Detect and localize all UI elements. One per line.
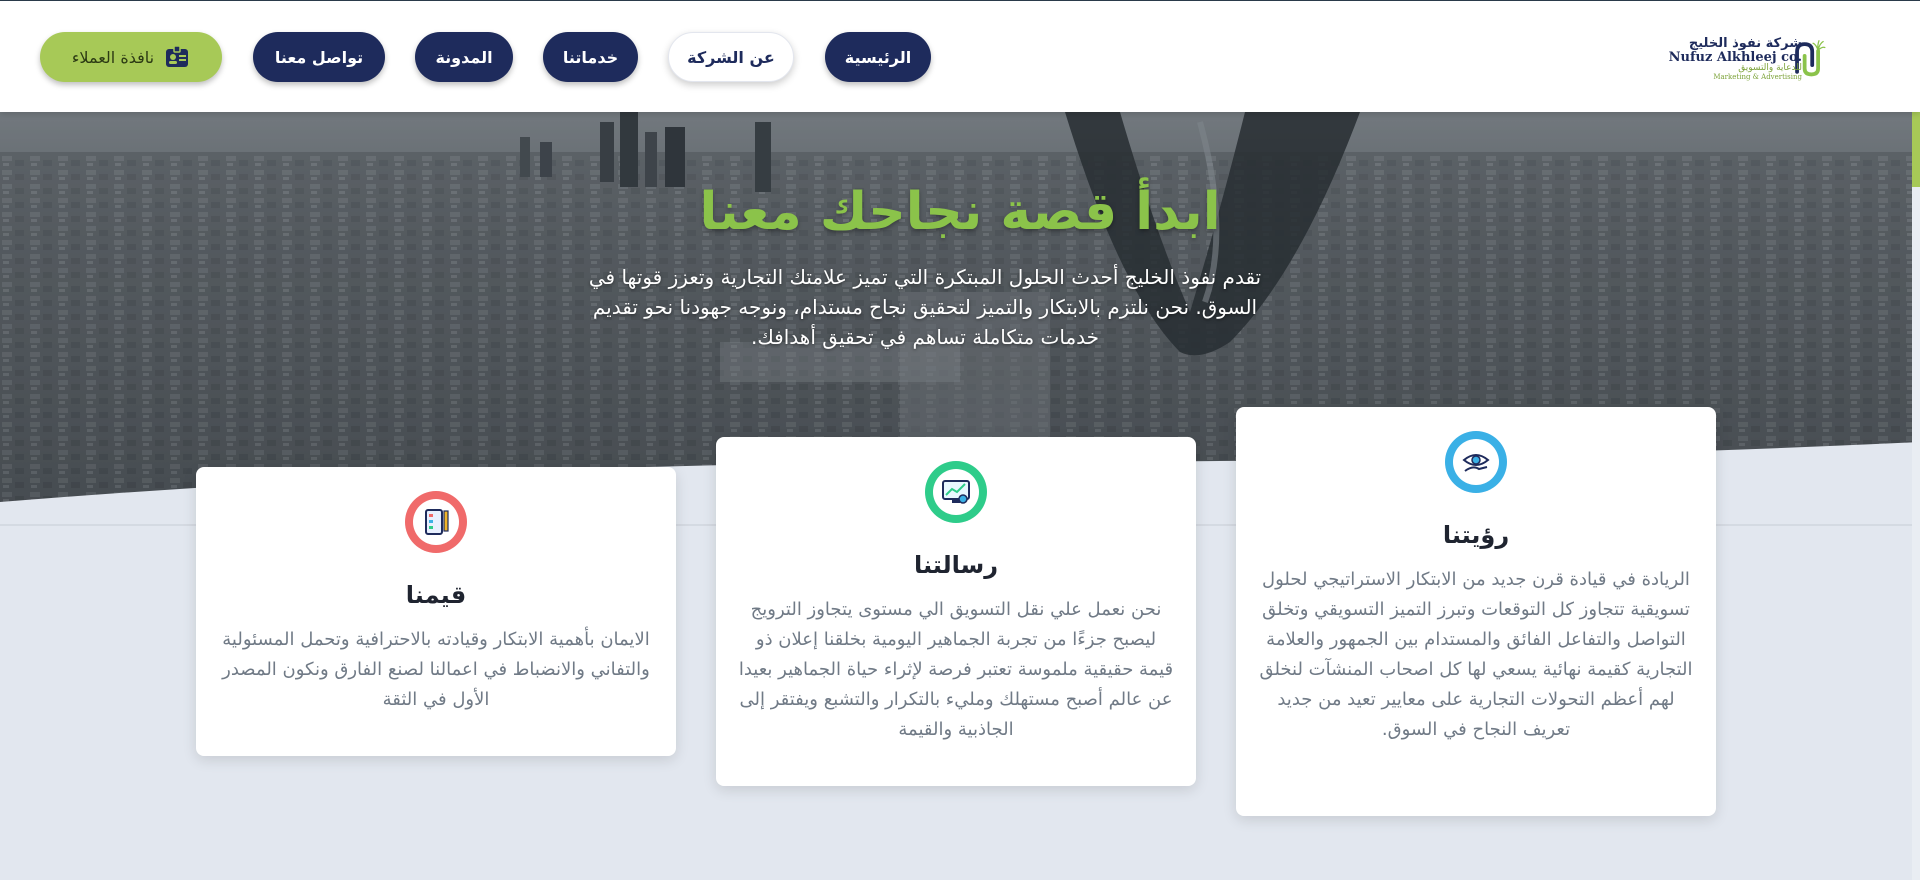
logo-name-en: Nufuz Alkhleej co. [1668, 49, 1802, 65]
nav-home[interactable]: الرئيسية [825, 32, 931, 82]
nav-blog-label: المدونة [435, 47, 493, 67]
nav-home-label: الرئيسية [844, 47, 912, 67]
card-mission: رسالتنا نحن نعمل علي نقل التسويق الي مست… [716, 437, 1196, 786]
card-values: قيمنا الايمان بأهمية الابتكار وقيادته با… [196, 467, 676, 756]
nav-about[interactable]: عن الشركة [668, 32, 794, 82]
nav-services[interactable]: خدماتنا [543, 32, 638, 82]
nav-about-label: عن الشركة [687, 47, 775, 67]
nav-services-label: خدماتنا [562, 47, 619, 67]
mission-chart-icon [942, 480, 970, 504]
card-values-title: قيمنا [405, 581, 467, 609]
logo-tagline-en: Marketing & Advertising [1713, 72, 1802, 81]
vision-eye-hand-icon [1462, 454, 1490, 472]
values-badge [405, 491, 467, 553]
nav-contact[interactable]: تواصل معنا [253, 32, 385, 82]
id-badge-icon [166, 45, 189, 67]
card-mission-title: رسالتنا [913, 551, 999, 579]
vision-badge [1445, 431, 1507, 493]
scrollbar-thumb[interactable] [1912, 112, 1920, 187]
nav-blog[interactable]: المدونة [415, 32, 513, 82]
hero-title: ابدأ قصة نجاحك معنا [699, 182, 1221, 242]
values-tools-icon [425, 509, 449, 535]
card-vision-title: رؤيتنا [1442, 521, 1510, 549]
nav-contact-label: تواصل معنا [274, 47, 364, 67]
scrollbar-track[interactable] [1912, 112, 1920, 880]
logo-name-ar: شركة نفوذ الخليج [1688, 36, 1802, 51]
card-mission-text: نحن نعمل علي نقل التسويق الي مستوى يتجاو… [738, 599, 1174, 740]
logo-text: شركة نفوذ الخليج Nufuz Alkhleej co. للدع… [1669, 37, 1802, 81]
card-values-text: الايمان بأهمية الابتكار وقيادته بالاحترا… [222, 629, 650, 710]
hero-description: تقدم نفوذ الخليج أحدث الحلول المبتكرة ال… [588, 265, 1262, 349]
mission-badge [925, 461, 987, 523]
client-portal-label: نافذة العملاء [71, 47, 155, 67]
site-header: نافذة العملاء تواصل معنا المدونة خدماتنا… [0, 0, 1920, 112]
company-logo[interactable] [1792, 13, 1872, 103]
card-vision: رؤيتنا الريادة في قيادة قرن جديد من الاب… [1236, 407, 1716, 816]
client-portal-button[interactable]: نافذة العملاء [40, 32, 222, 82]
card-vision-text: الريادة في قيادة قرن جديد من الابتكار ال… [1259, 569, 1693, 740]
